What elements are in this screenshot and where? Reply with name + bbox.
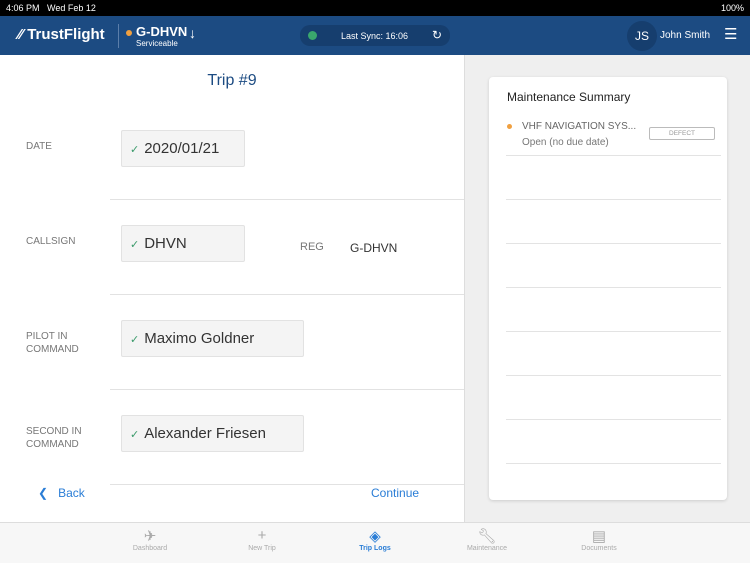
divider — [118, 24, 119, 48]
divider — [506, 331, 721, 332]
tab-new-trip[interactable]: + New Trip — [212, 527, 312, 552]
aircraft-reg: G-DHVN — [136, 24, 188, 39]
document-icon: ▤ — [591, 528, 607, 545]
page-title: Trip #9 — [207, 72, 257, 89]
item-name: VHF NAVIGATION SYS... — [522, 121, 637, 132]
check-icon: ✓ — [130, 429, 140, 441]
tab-dashboard[interactable]: ✈ Dashboard — [100, 527, 200, 552]
item-status: Open (no due date) — [522, 137, 609, 148]
sic-field[interactable]: ✓ Alexander Friesen — [121, 415, 304, 452]
layers-icon: ◈ — [369, 528, 381, 545]
callsign-value: DHVN — [144, 235, 187, 252]
aircraft-selector[interactable]: G-DHVN — [126, 24, 187, 39]
maintenance-summary-card: Maintenance Summary VHF NAVIGATION SYS..… — [489, 77, 727, 500]
status-bar: 4:06 PM Wed Feb 12 100% — [0, 0, 750, 16]
defect-badge: DEFECT — [649, 127, 715, 140]
trip-form: Trip #9 DATE ✓ 2020/01/21 CALLSIGN ✓ DHVN … — [0, 55, 464, 522]
aircraft-status: Serviceable — [136, 39, 178, 48]
tab-label: New Trip — [248, 545, 276, 552]
divider — [110, 484, 464, 485]
divider — [506, 375, 721, 376]
divider — [110, 389, 464, 390]
maintenance-panel: Maintenance Summary VHF NAVIGATION SYS..… — [464, 55, 750, 522]
check-circle-icon — [308, 31, 317, 40]
back-button[interactable]: ❮ Back — [38, 486, 85, 500]
pic-value: Maximo Goldner — [144, 330, 255, 347]
divider — [506, 199, 721, 200]
sic-label: SECOND IN COMMAND — [26, 426, 82, 450]
pic-field[interactable]: ✓ Maximo Goldner — [121, 320, 304, 357]
reg-label: REG — [300, 241, 324, 253]
sic-value: Alexander Friesen — [144, 425, 266, 442]
status-dot-icon — [126, 29, 132, 36]
wrench-icon: 🔧︎ — [477, 528, 497, 545]
card-title: Maintenance Summary — [507, 90, 631, 104]
divider — [506, 243, 721, 244]
battery-level: 100% — [720, 3, 744, 13]
divider — [506, 463, 721, 464]
tab-label: Dashboard — [132, 545, 168, 552]
status-time: 4:06 PM — [6, 3, 40, 13]
date-field[interactable]: ✓ 2020/01/21 — [121, 130, 245, 167]
refresh-icon[interactable]: ↻ — [432, 28, 442, 42]
chevron-left-icon: ❮ — [38, 486, 49, 500]
brand-name: TrustFlight — [27, 26, 105, 43]
top-nav: ⁄⁄ TrustFlight G-DHVN Serviceable ↓ Last… — [0, 16, 750, 55]
avatar[interactable]: JS — [627, 21, 657, 51]
plus-icon: + — [257, 527, 267, 544]
divider — [506, 287, 721, 288]
tab-label: Trip Logs — [359, 545, 391, 552]
sync-status: Last Sync: 16:06 ↻ — [300, 25, 450, 46]
tab-label: Maintenance — [466, 545, 508, 552]
status-date: Wed Feb 12 — [47, 3, 96, 13]
reg-value: G-DHVN — [350, 241, 398, 255]
tab-label: Documents — [581, 545, 617, 552]
menu-icon[interactable]: ☰ — [724, 25, 737, 43]
divider — [110, 294, 464, 295]
divider — [506, 155, 721, 156]
check-icon: ✓ — [130, 144, 140, 156]
callsign-label: CALLSIGN — [26, 236, 76, 247]
tab-maintenance[interactable]: 🔧︎ Maintenance — [437, 527, 537, 552]
arrow-down-icon[interactable]: ↓ — [189, 25, 196, 41]
check-icon: ✓ — [130, 334, 140, 346]
continue-button[interactable]: Continue — [371, 486, 419, 500]
check-icon: ✓ — [130, 239, 140, 251]
back-label: Back — [58, 486, 85, 500]
date-label: DATE — [26, 141, 52, 152]
brand-logo: ⁄⁄ TrustFlight — [18, 26, 105, 43]
divider — [506, 419, 721, 420]
logo-icon: ⁄⁄ — [18, 26, 28, 43]
tab-documents[interactable]: ▤ Documents — [549, 527, 649, 552]
date-value: 2020/01/21 — [144, 140, 220, 157]
last-sync-text: Last Sync: 16:06 — [341, 31, 409, 41]
tab-trip-logs[interactable]: ◈ Trip Logs — [325, 527, 425, 552]
divider — [110, 199, 464, 200]
airplane-icon: ✈ — [143, 528, 157, 545]
callsign-field[interactable]: ✓ DHVN — [121, 225, 245, 262]
status-dot-icon — [507, 124, 512, 129]
tab-bar: ✈ Dashboard + New Trip ◈ Trip Logs 🔧︎ Mainte… — [0, 522, 750, 563]
user-name[interactable]: John Smith — [660, 30, 710, 41]
pic-label: PILOT IN COMMAND — [26, 331, 79, 355]
